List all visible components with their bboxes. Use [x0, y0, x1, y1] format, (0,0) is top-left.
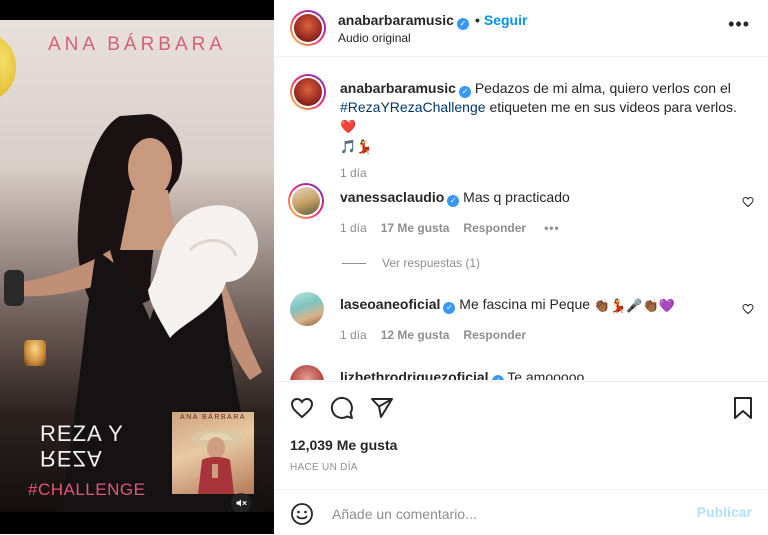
caption-hashtag-link[interactable]: #RezaYRezaChallenge — [340, 99, 486, 115]
commenter-avatar[interactable] — [288, 183, 324, 219]
comment-text: Me fascina mi Peque — [459, 296, 591, 312]
audio-label[interactable]: Audio original — [338, 31, 411, 45]
challenge-line-2: REZA — [40, 446, 103, 471]
caption-meta: 1 día — [340, 166, 367, 180]
comment-bubble-icon[interactable] — [330, 396, 354, 420]
caption-text-start: Pedazos de mi alma, quiero verlos con el — [474, 80, 731, 96]
like-heart-icon[interactable] — [290, 396, 314, 420]
follow-button[interactable]: Seguir — [484, 12, 528, 28]
comment-likes-count[interactable]: 17 Me gusta — [381, 221, 450, 235]
emoji-smiley-icon[interactable] — [290, 502, 314, 526]
comment-text: Mas q practicado — [463, 189, 570, 205]
caption-text-block: anabarbaramusic Pedazos de mi alma, quie… — [340, 79, 750, 156]
caption-emoji-heart: ❤️ — [340, 119, 357, 134]
more-options-button[interactable]: ••• — [728, 14, 750, 35]
comment-likes-count[interactable]: 12 Me gusta — [381, 328, 450, 342]
comment-meta: 1 día 12 Me gusta Responder — [340, 328, 526, 342]
comment-options-button[interactable]: ••• — [544, 221, 560, 235]
publish-button[interactable]: Publicar — [697, 504, 752, 520]
muted-speaker-icon — [236, 499, 247, 507]
comment-time[interactable]: 1 día — [340, 328, 367, 342]
comment-input[interactable] — [330, 502, 674, 526]
commenter-username[interactable]: laseoaneoficial — [340, 296, 440, 312]
challenge-title: REZA Y REZA — [40, 421, 150, 472]
verified-badge-icon — [456, 18, 469, 30]
challenge-line-1: REZA Y — [40, 421, 124, 446]
author-avatar[interactable] — [290, 10, 326, 46]
reply-button[interactable]: Responder — [463, 221, 526, 235]
verified-badge-icon — [491, 375, 504, 380]
caption-username[interactable]: anabarbaramusic — [340, 80, 456, 96]
reel-video[interactable]: ANA BÁRBARA REZA Y REZA #CHALLENGE ANA B… — [0, 0, 274, 534]
comments-list[interactable]: anabarbaramusic Pedazos de mi alma, quie… — [274, 57, 768, 380]
comment-text: Te amooooo — [507, 369, 585, 380]
album-cover-art — [190, 430, 242, 494]
comment-meta: 1 día 17 Me gusta Responder ••• — [340, 221, 560, 235]
comment-emojis: 👏🏾💃🎤👏🏾💜 — [593, 298, 675, 313]
comment-time[interactable]: 1 día — [340, 221, 367, 235]
like-comment-heart-icon[interactable] — [742, 303, 754, 315]
caption-author-avatar[interactable] — [290, 74, 326, 110]
video-frame[interactable]: ANA BÁRBARA REZA Y REZA #CHALLENGE ANA B… — [0, 20, 274, 512]
view-replies-link[interactable]: Ver respuestas (1) — [342, 256, 480, 270]
author-username[interactable]: anabarbaramusic — [338, 12, 454, 28]
save-bookmark-icon[interactable] — [732, 396, 754, 420]
comment-composer: Publicar — [274, 489, 768, 535]
commenter-username[interactable]: lizbethrodriguezoficial — [340, 369, 489, 380]
verified-badge-icon — [443, 302, 456, 314]
like-comment-heart-icon[interactable] — [742, 196, 754, 208]
caption-emojis: 🎵💃 — [340, 139, 373, 154]
comment-text-block: lizbethrodriguezoficial Te amooooo — [340, 368, 584, 380]
caption-time[interactable]: 1 día — [340, 166, 367, 180]
caption-text-end: etiqueten me en sus videos para verlos. — [489, 99, 737, 115]
commenter-avatar[interactable] — [290, 365, 324, 380]
post-details-panel: anabarbaramusic •Seguir Audio original ••… — [274, 0, 768, 534]
challenge-hashtag: #CHALLENGE — [28, 480, 146, 499]
post-timestamp[interactable]: HACE UN DÍA — [290, 462, 358, 473]
verified-badge-icon — [447, 195, 460, 207]
comment-text-block: laseoaneoficial Me fascina mi Peque 👏🏾💃🎤… — [340, 295, 675, 315]
share-paper-plane-icon[interactable] — [370, 396, 394, 420]
header-user-line: anabarbaramusic •Seguir — [338, 12, 527, 30]
likes-count[interactable]: 12,039 Me gusta — [290, 437, 397, 453]
comment-text-block: vanessaclaudio Mas q practicado — [340, 188, 570, 207]
mute-toggle-button[interactable] — [231, 493, 251, 512]
reply-button[interactable]: Responder — [463, 328, 526, 342]
commenter-username[interactable]: vanessaclaudio — [340, 189, 444, 205]
post-actions: 12,039 Me gusta HACE UN DÍA — [274, 381, 768, 490]
commenter-avatar[interactable] — [290, 292, 324, 326]
album-cover: ANA BÁRBARA — [172, 412, 254, 494]
verified-badge-icon — [458, 86, 471, 98]
separator-dot: • — [474, 12, 480, 28]
post-header: anabarbaramusic •Seguir Audio original ••… — [274, 0, 768, 57]
